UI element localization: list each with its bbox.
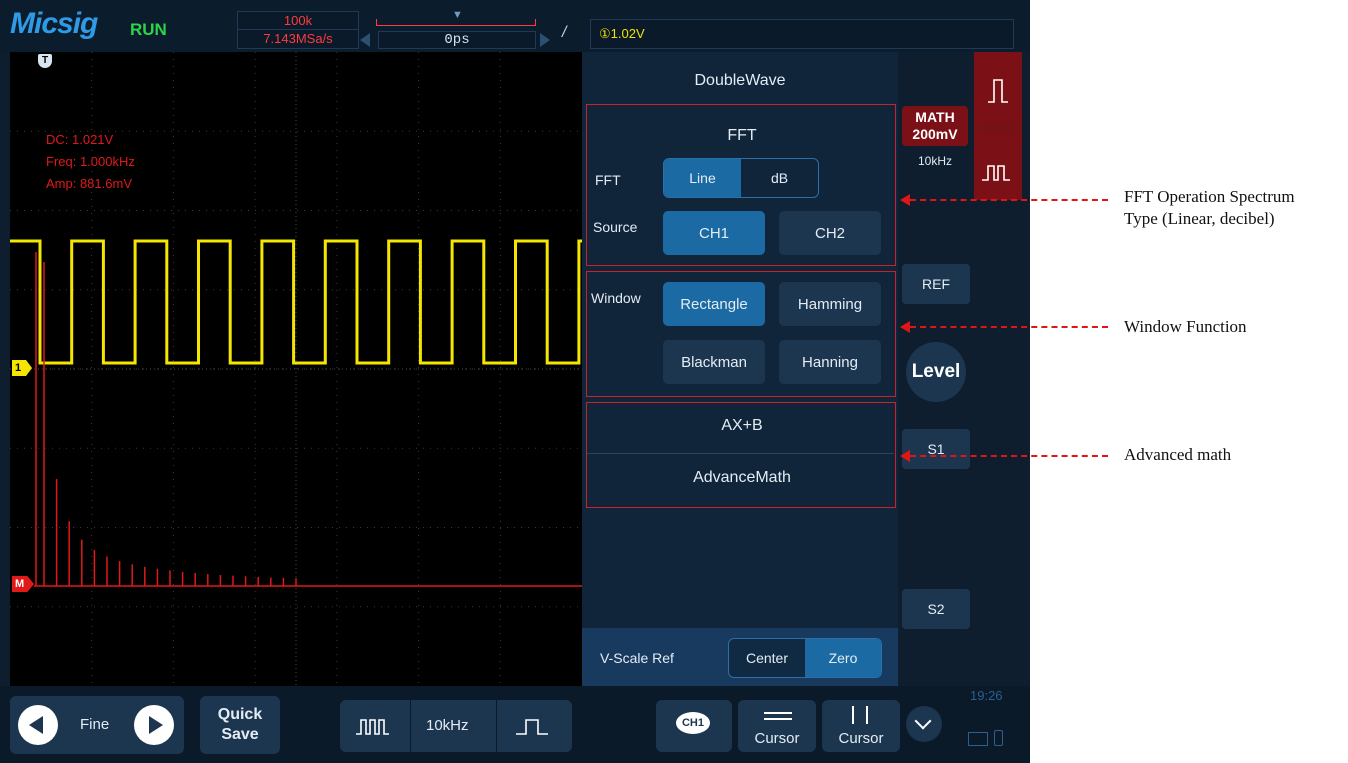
fft-type-arrow-icon bbox=[900, 194, 910, 206]
clock-time: 19:26 bbox=[970, 688, 1003, 703]
vscale-ref-bar: V-Scale Ref Center Zero bbox=[582, 628, 898, 686]
window-arrow-icon bbox=[900, 321, 910, 333]
top-status-bar: Micsig RUN 100k 7.143MSa/s ▼ 0ps / ①1.02… bbox=[0, 0, 1030, 52]
battery-icon bbox=[994, 730, 1003, 746]
window-rectangle-button[interactable]: Rectangle bbox=[663, 282, 765, 326]
right-arrow-icon bbox=[149, 716, 163, 734]
bottom-toolbar: Fine Quick Save 10kHz CH1 Cursor Cursor … bbox=[0, 686, 1030, 763]
horizontal-position-control[interactable]: ▼ 0ps bbox=[360, 9, 558, 49]
auto-range-control: 10kHz bbox=[340, 700, 572, 752]
advanced-math-group: AX+B AdvanceMath bbox=[586, 402, 896, 508]
math-scale-badge[interactable]: MATH 200mV bbox=[902, 106, 968, 146]
measurement-amp: Amp: 881.6mV bbox=[46, 176, 132, 191]
math-title: MATH bbox=[915, 109, 955, 125]
s2-button[interactable]: S2 bbox=[902, 589, 970, 629]
fft-type-line-option[interactable]: Line bbox=[664, 159, 741, 197]
vscale-zero-option[interactable]: Zero bbox=[805, 639, 881, 677]
window-callout-line bbox=[910, 326, 1108, 328]
measurement-dc: DC: 1.021V bbox=[46, 132, 114, 147]
waveform-canvas bbox=[10, 52, 582, 686]
sample-rate: 7.143MSa/s bbox=[263, 31, 333, 46]
auto-freq-value: 10kHz bbox=[426, 717, 469, 734]
window-function-annotation: Window Function bbox=[1124, 317, 1247, 336]
horizontal-right-arrow-icon[interactable] bbox=[540, 33, 550, 47]
fine-adjust-control: Fine bbox=[10, 696, 184, 754]
s1-button[interactable]: S1 bbox=[902, 429, 970, 469]
channel-select-button[interactable]: CH1 bbox=[656, 700, 732, 752]
fft-type-callout-line bbox=[910, 199, 1108, 201]
chevron-down-icon bbox=[914, 712, 932, 730]
pulse-narrow-icon bbox=[982, 165, 1010, 181]
window-hamming-button[interactable]: Hamming bbox=[779, 282, 881, 326]
math-freq-label: 10kHz bbox=[917, 154, 952, 168]
measurement-freq: Freq: 1.000kHz bbox=[46, 154, 135, 169]
level-knob[interactable]: Level bbox=[906, 342, 966, 402]
fft-type-annotation-line2: Type (Linear, decibel) bbox=[1124, 209, 1275, 228]
quick-save-line1: Quick bbox=[217, 706, 263, 723]
vertical-cursor-button[interactable]: Cursor bbox=[822, 700, 900, 752]
window-function-group: Window Rectangle Hamming Blackman Hannin… bbox=[586, 271, 896, 397]
fft-type-annotation-line1: FFT Operation Spectrum bbox=[1124, 187, 1295, 206]
advance-math-menu-item[interactable]: AdvanceMath bbox=[587, 469, 897, 487]
pulse-icons bbox=[978, 79, 1018, 181]
oscilloscope-screen: Micsig RUN 100k 7.143MSa/s ▼ 0ps / ①1.02… bbox=[0, 0, 1030, 763]
window-blackman-button[interactable]: Blackman bbox=[663, 340, 765, 384]
menu-divider bbox=[587, 453, 894, 454]
record-length: 100k bbox=[238, 12, 358, 30]
trigger-level-display[interactable]: ①1.02V bbox=[590, 19, 1014, 49]
right-sidebar: MATH 200mV 10kHz REF Level S1 S2 bbox=[898, 52, 1030, 686]
horizontal-left-arrow-icon[interactable] bbox=[360, 33, 370, 47]
math-channel-tab[interactable] bbox=[974, 52, 1022, 200]
increase-button[interactable] bbox=[134, 705, 174, 745]
fft-type-label: FFT bbox=[595, 172, 621, 188]
waveform-display[interactable]: DC: 1.021V Freq: 1.000kHz Amp: 881.6mV T… bbox=[10, 52, 582, 686]
advanced-math-callout-line bbox=[910, 455, 1108, 457]
left-arrow-icon bbox=[29, 716, 43, 734]
trigger-position-marker[interactable]: T bbox=[38, 54, 52, 68]
source-ch2-button[interactable]: CH2 bbox=[779, 211, 881, 255]
horizontal-cursor-icon bbox=[764, 712, 792, 720]
source-ch1-button[interactable]: CH1 bbox=[663, 211, 765, 255]
fft-type-selector[interactable]: Line dB bbox=[663, 158, 819, 198]
more-menu-button[interactable] bbox=[906, 706, 942, 742]
increase-timebase-icon[interactable] bbox=[508, 712, 558, 742]
acquisition-info[interactable]: 100k 7.143MSa/s bbox=[237, 11, 359, 49]
vertical-cursor-label: Cursor bbox=[838, 730, 884, 747]
fft-settings-group: FFT FFT Line dB Source CH1 CH2 bbox=[586, 104, 896, 266]
window-hanning-button[interactable]: Hanning bbox=[779, 340, 881, 384]
trigger-slope-icon[interactable]: / bbox=[562, 24, 566, 42]
vscale-ref-selector[interactable]: Center Zero bbox=[728, 638, 882, 678]
horizontal-position-value: 0ps bbox=[378, 31, 536, 49]
math-menu-panel: DoubleWave FFT FFT Line dB Source CH1 CH… bbox=[582, 52, 898, 686]
fft-type-annotation: FFT Operation Spectrum Type (Linear, dec… bbox=[1124, 186, 1295, 230]
axb-menu-item[interactable]: AX+B bbox=[587, 417, 897, 435]
menu-title-doublewave[interactable]: DoubleWave bbox=[582, 72, 898, 90]
fft-type-db-option[interactable]: dB bbox=[741, 159, 818, 197]
decrease-timebase-icon[interactable] bbox=[350, 712, 400, 742]
ch1-chip-icon: CH1 bbox=[676, 712, 710, 734]
math-scale-value: 200mV bbox=[912, 126, 958, 142]
decrease-button[interactable] bbox=[18, 705, 58, 745]
window-label: Window bbox=[591, 290, 641, 306]
vertical-cursor-icon bbox=[852, 706, 868, 724]
trigger-level-value: ①1.02V bbox=[599, 26, 645, 41]
run-state-button[interactable]: RUN bbox=[130, 20, 167, 40]
fine-label: Fine bbox=[80, 716, 110, 733]
brand-logo: Micsig bbox=[10, 7, 98, 40]
pulse-wide-icon bbox=[988, 79, 1008, 103]
horizontal-cursor-label: Cursor bbox=[754, 730, 800, 747]
quick-save-line2: Save bbox=[221, 726, 259, 743]
level-label: Level bbox=[911, 361, 961, 382]
advanced-math-arrow-icon bbox=[900, 450, 910, 462]
quick-save-button[interactable]: Quick Save bbox=[200, 696, 280, 754]
trigger-position-icon: ▼ bbox=[452, 9, 463, 21]
fft-source-label: Source bbox=[593, 219, 638, 235]
vscale-ref-label: V-Scale Ref bbox=[600, 650, 674, 666]
vscale-center-option[interactable]: Center bbox=[729, 639, 805, 677]
usb-storage-icon bbox=[968, 732, 988, 746]
advanced-math-annotation: Advanced math bbox=[1124, 445, 1232, 464]
fft-section-title[interactable]: FFT bbox=[587, 127, 897, 145]
ref-button[interactable]: REF bbox=[902, 264, 970, 304]
horizontal-cursor-button[interactable]: Cursor bbox=[738, 700, 816, 752]
